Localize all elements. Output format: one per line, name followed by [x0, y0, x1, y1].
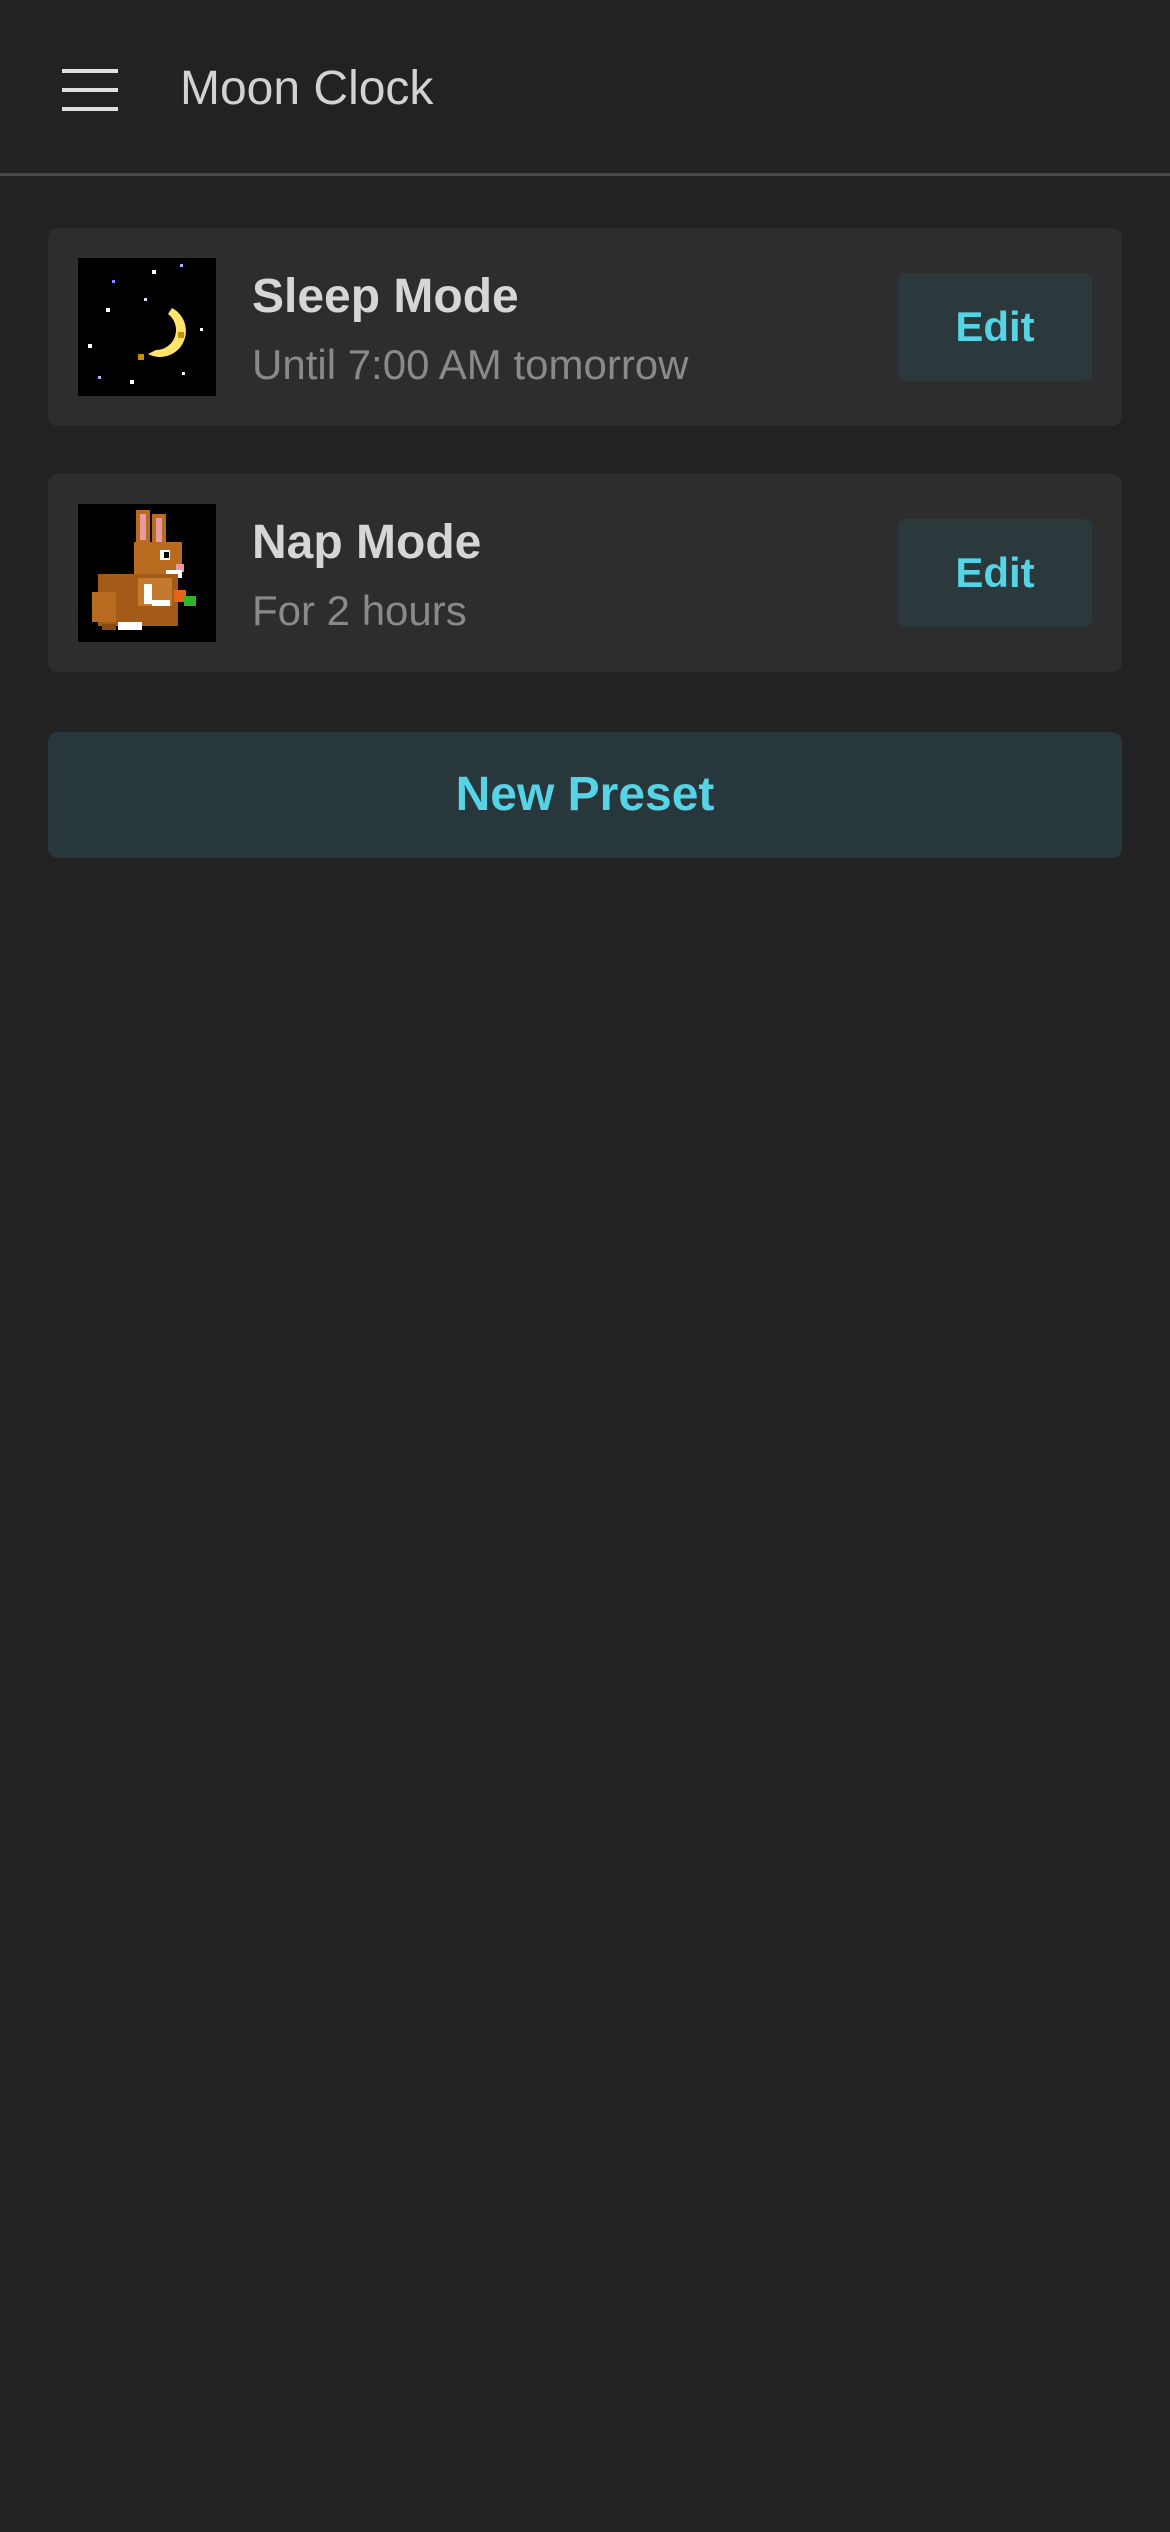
bunny-icon	[78, 504, 216, 642]
app-bar: Moon Clock	[0, 0, 1170, 176]
new-preset-button[interactable]: New Preset	[48, 732, 1122, 858]
preset-card-sleep-mode: Sleep Mode Until 7:00 AM tomorrow Edit	[48, 228, 1122, 426]
preset-name: Sleep Mode	[252, 270, 519, 323]
edit-button[interactable]: Edit	[898, 519, 1092, 627]
hamburger-menu-icon	[62, 69, 118, 111]
edit-button[interactable]: Edit	[898, 273, 1092, 381]
preset-name: Nap Mode	[252, 516, 482, 569]
app-title: Moon Clock	[180, 62, 434, 115]
crescent-moon-icon	[78, 258, 216, 396]
preset-schedule: Until 7:00 AM tomorrow	[252, 341, 689, 388]
preset-duration: For 2 hours	[252, 587, 467, 634]
menu-button[interactable]	[50, 55, 130, 125]
preset-card-nap-mode: Nap Mode For 2 hours Edit	[48, 474, 1122, 672]
